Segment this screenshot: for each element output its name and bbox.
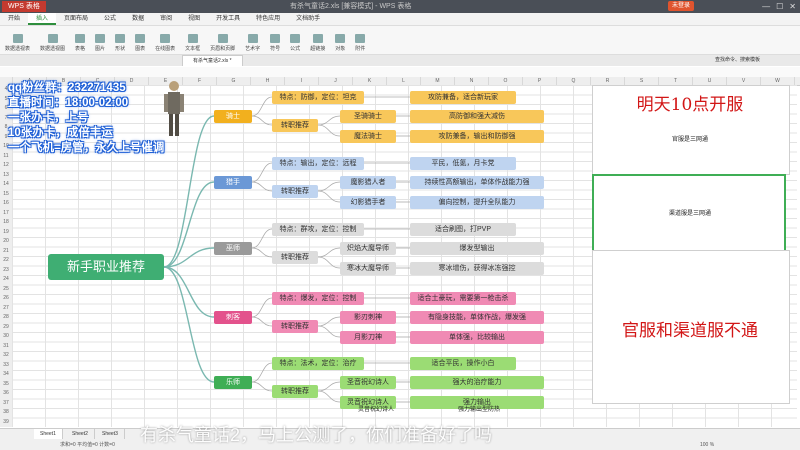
notice-official-server: 官服是三网通	[671, 137, 708, 143]
mindmap-connector	[317, 247, 341, 258]
job-note-node[interactable]: 持续性高额输出，单体作战能力强	[410, 176, 544, 189]
video-subtitle: 有杀气童话2，马上公测了，你们准备好了吗	[140, 425, 493, 445]
transfer-node[interactable]: 转职推荐	[272, 119, 318, 132]
job-note-node[interactable]: 高防御和强大减伤	[410, 110, 544, 123]
job-node[interactable]: 魔影猎人者	[340, 176, 396, 189]
mindmap-connector	[251, 162, 273, 183]
job-note-node[interactable]: 单体强，比较输出	[410, 331, 544, 344]
job-note-node[interactable]: 有隐身技能，单体作战，爆发强	[410, 311, 544, 324]
character-sprite-icon	[164, 81, 184, 136]
mindmap-root[interactable]: 新手职业推荐	[48, 254, 164, 280]
job-node[interactable]: 寒冰大魔导师	[340, 262, 396, 275]
overlay-live-time: 直播时间：18:00-02:00	[8, 97, 129, 109]
mindmap-connector	[163, 266, 215, 318]
trait-node[interactable]: 特点：输出，定位：远程	[272, 157, 364, 170]
mindmap-connector	[317, 316, 341, 327]
mindmap-connector	[317, 190, 341, 203]
trait-note-node[interactable]: 适合刷图，打PVP	[410, 223, 516, 236]
branch-node[interactable]: 猎手	[214, 176, 252, 189]
overlay-line-3: 一张办卡，上号	[8, 112, 89, 124]
job-node[interactable]: 圣音祝幻诗人	[340, 376, 396, 389]
mindmap-connector	[251, 381, 273, 392]
branch-node[interactable]: 乐师	[214, 376, 252, 389]
trait-node[interactable]: 特点：法术，定位：治疗	[272, 357, 364, 370]
job-node[interactable]: 幻影猎手者	[340, 196, 396, 209]
mindmap-connector	[317, 181, 341, 192]
mindmap-connector	[317, 390, 341, 403]
mindmap-connector	[251, 96, 273, 117]
notice-servers-separate: 官服和渠道服不通	[622, 321, 758, 341]
status-summary: 求和=0 平均值=0 计数=0	[60, 442, 115, 448]
mindmap-connector	[317, 124, 341, 137]
trait-node[interactable]: 特点：防御，定位：坦克	[272, 91, 364, 104]
trait-note-node[interactable]: 适合土豪玩，需要第一枪击杀	[410, 292, 516, 305]
mindmap-connector	[251, 316, 273, 327]
sheet-tab-1[interactable]: Sheet1	[34, 429, 63, 439]
branch-node[interactable]: 巫师	[214, 242, 252, 255]
trait-note-node[interactable]: 攻防兼备，适合新玩家	[410, 91, 516, 104]
mindmap-connector	[251, 362, 273, 383]
job-node[interactable]: 圣骑骑士	[340, 110, 396, 123]
sheet-tab-3[interactable]: Sheet3	[96, 429, 125, 439]
job-node[interactable]: 魔法骑士	[340, 130, 396, 143]
mindmap-connector	[317, 381, 341, 392]
branch-node[interactable]: 刺客	[214, 311, 252, 324]
transfer-node[interactable]: 转职推荐	[272, 385, 318, 398]
job-note-node[interactable]: 偏向控制，提升全队能力	[410, 196, 544, 209]
job-node[interactable]: 炽焰大魔导师	[340, 242, 396, 255]
mindmap-connector	[251, 181, 273, 192]
mindmap-connector	[251, 247, 273, 258]
mindmap-connector	[251, 228, 273, 249]
sheet-tab-2[interactable]: Sheet2	[66, 429, 95, 439]
notice-channel-server: 渠道服是三网通	[668, 211, 711, 217]
mindmap-connector	[251, 297, 273, 318]
job-node[interactable]: 月影刀神	[340, 331, 396, 344]
cell-lingyin[interactable]: 灵音祝幻诗人	[358, 404, 394, 413]
mindmap-connector	[317, 256, 341, 269]
job-note-node[interactable]: 攻防兼备，输出和防御强	[410, 130, 544, 143]
transfer-node[interactable]: 转职推荐	[272, 185, 318, 198]
branch-node[interactable]: 骑士	[214, 110, 252, 123]
transfer-node[interactable]: 转职推荐	[272, 251, 318, 264]
overlay-qq-group: qq粉丝群：232271435	[8, 82, 126, 94]
job-note-node[interactable]: 强大的治疗能力	[410, 376, 544, 389]
zoom-level[interactable]: 100 %	[700, 440, 714, 450]
overlay-line-5: 一个飞机=房管，永久上号催调	[8, 142, 165, 154]
trait-node[interactable]: 特点：爆发，定位：控制	[272, 292, 364, 305]
notice-open-time: 明天10点开服	[636, 95, 744, 115]
trait-note-node[interactable]: 平民，低氪，月卡党	[410, 157, 516, 170]
mindmap-connector	[317, 115, 341, 126]
trait-note-node[interactable]: 适合平民，操作小白	[410, 357, 516, 370]
transfer-node[interactable]: 转职推荐	[272, 320, 318, 333]
mindmap-connector	[317, 325, 341, 338]
job-note-node[interactable]: 爆发型输出	[410, 242, 544, 255]
job-note-node[interactable]: 寒冰增伤，获得冰冻强控	[410, 262, 544, 275]
mindmap-connector	[251, 115, 273, 126]
cell-output[interactable]: 强力输出型防热	[458, 404, 500, 413]
job-node[interactable]: 影刃刺神	[340, 311, 396, 324]
mindmap-connector	[163, 266, 215, 383]
overlay-line-4: 10张办卡，成倍丰运	[8, 127, 113, 139]
trait-node[interactable]: 特点：群攻，定位：控制	[272, 223, 364, 236]
